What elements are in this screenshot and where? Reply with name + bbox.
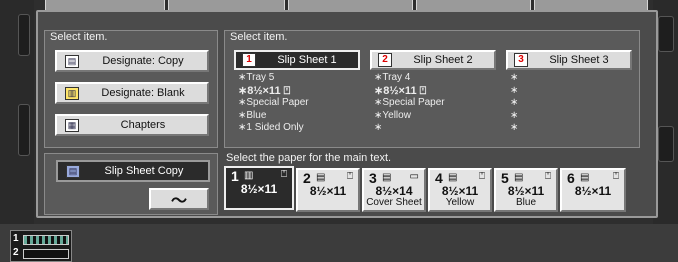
chapters-icon: ▦ [65,118,79,132]
slip-sheet-2-button[interactable]: 2 Slip Sheet 2 [370,50,496,70]
slip-1-details: ∗Tray 5 ∗8½×11 ⍞ ∗Special Paper ∗Blue ∗1… [238,72,309,135]
slip-sheet-3-button[interactable]: 3 Slip Sheet 3 [506,50,632,70]
tray-icon: ▤ [316,172,326,183]
slip-3-color: ∗ [510,109,519,121]
paper-tray-4-button[interactable]: 4 ▤ ⍞ 8½×11 Yellow [428,168,492,212]
tray-icon: ▤ [382,172,392,183]
job-line-1: 1 [13,233,19,244]
job-line-2: 2 [13,247,19,258]
designate-copy-label: Designate: Copy [102,55,184,67]
paper-size: 8½×11 [507,184,545,198]
slip-sheet-1-button[interactable]: 1 Slip Sheet 1 [234,50,360,70]
slip-2-label: Slip Sheet 2 [413,54,473,66]
job-progress-icon [23,235,69,245]
main-text-label: Select the paper for the main text. [226,152,392,164]
paper-tray-2-button[interactable]: 2 ▤ ⍞ 8½×11 [296,168,360,212]
slip-3-label: Slip Sheet 3 [549,54,609,66]
slip-1-label: Slip Sheet 1 [277,54,337,66]
slip-3-type: ∗ [510,97,519,108]
designate-copy-button[interactable]: ▤ Designate: Copy [55,50,209,72]
paper-type: Cover Sheet [366,197,422,208]
slip-3-size: ∗ [510,84,519,96]
chapters-label: Chapters [120,119,166,131]
orientation-icon: ⍞ [281,169,287,180]
tray-icon: ▤ [514,172,524,183]
slip-1-size: ∗8½×11 ⍞ [238,84,291,97]
designate-blank-label: Designate: Blank [101,87,185,99]
wave-button[interactable]: 〜 [149,188,209,210]
designate-blank-button[interactable]: ▥ Designate: Blank [55,82,209,104]
slip-2-number: 2 [378,53,392,67]
paper-type: Yellow [445,197,475,208]
paper-size: 8½×14 [375,184,413,198]
left-handle [18,104,30,156]
orientation-icon: ⍞ [347,171,353,182]
slip-2-size: ∗8½×11 ⍞ [374,84,427,97]
slip-1-sides: ∗1 Sided Only [238,122,304,133]
right-handle [658,126,674,162]
orientation-icon: ▭ [409,171,419,182]
slip-2-details: ∗Tray 4 ∗8½×11 ⍞ ∗Special Paper ∗Yellow … [374,72,445,135]
status-bar [0,224,678,262]
paper-size: 8½×11 [309,184,347,198]
slip-3-details: ∗ ∗ ∗ ∗ ∗ [510,72,518,135]
blank-icon: ▥ [65,86,79,100]
tray-icon: ▥ [244,170,254,181]
slip-3-sides: ∗ [510,122,519,133]
orientation-icon: ⍞ [545,171,551,182]
orientation-icon: ⍞ [479,171,485,182]
tray-icon: ▤ [448,172,458,183]
slip-1-color: ∗Blue [238,109,267,121]
right-handle [658,16,674,52]
slip-3-number: 3 [514,53,528,67]
job-status-box: 1 2 [10,230,72,262]
tray-icon: ▤ [580,172,590,183]
paper-size: 8½×11 [441,184,479,198]
slip-1-tray: ∗Tray 5 [238,72,275,83]
chapters-button[interactable]: ▦ Chapters [55,114,209,136]
paper-tray-1-button[interactable]: 1 ▥ ⍞ 8½×11 [224,166,294,210]
slip-3-tray: ∗ [510,72,519,83]
left-header: Select item. [50,31,108,43]
right-header: Select item. [230,31,288,43]
paper-size: 8½×11 [240,182,278,196]
slip-2-type: ∗Special Paper [374,97,445,108]
slip-2-sides: ∗ [374,122,383,133]
copy-icon: ▤ [65,54,79,68]
left-handle [18,14,30,56]
wave-icon: 〜 [170,193,187,210]
slip-2-tray: ∗Tray 4 [374,72,411,83]
slip-copy-icon: ▤ [66,164,80,178]
paper-tray-3-button[interactable]: 3 ▤ ▭ 8½×14 Cover Sheet [362,168,426,212]
paper-type: Blue [515,197,536,208]
slip-1-number: 1 [242,53,256,67]
paper-tray-6-button[interactable]: 6 ▤ ⍞ 8½×11 [560,168,626,212]
slip-sheet-copy-label: Slip Sheet Copy [104,165,184,177]
slip-2-color: ∗Yellow [374,109,411,121]
slip-1-type: ∗Special Paper [238,97,309,108]
job-slot-icon [23,249,69,259]
orientation-icon: ⍞ [613,171,619,182]
paper-tray-5-button[interactable]: 5 ▤ ⍞ 8½×11 Blue [494,168,558,212]
paper-size: 8½×11 [574,184,612,198]
slip-sheet-copy-button[interactable]: ▤ Slip Sheet Copy [56,160,210,182]
